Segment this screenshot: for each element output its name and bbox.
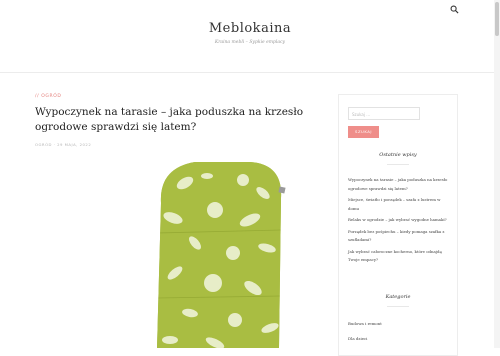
- recent-post-link[interactable]: Relaks w ogrodzie – jak wybrać wygodne h…: [348, 216, 452, 225]
- site-header: Meblokaina Kraina mebli – Sypkie emplacy: [0, 0, 500, 73]
- widget-divider: [387, 306, 409, 307]
- post-category[interactable]: // Ogród: [35, 94, 320, 99]
- categories-title: Kategorie: [385, 294, 411, 300]
- recent-post-link[interactable]: Porządek bez pośpiechu – kiedy pomaga sz…: [348, 228, 452, 245]
- scrollbar-thumb[interactable]: [495, 2, 499, 36]
- search-icon[interactable]: [450, 5, 459, 14]
- post-article: // Ogród Wypoczynek na tarasie – jaka po…: [35, 94, 320, 147]
- categories-list: Budowa i remont Dla dzieci: [348, 320, 452, 349]
- recent-posts-title: Ostatnie wpisy: [379, 152, 417, 158]
- recent-post-link[interactable]: Jak wybrać całoroczne kocherno, które od…: [348, 248, 452, 265]
- sidebar-search-input[interactable]: Szukaj …: [348, 107, 420, 120]
- category-link[interactable]: Budowa i remont: [348, 320, 452, 329]
- post-meta: Ogród · 29 maja, 2022: [35, 142, 92, 148]
- page-scrollbar[interactable]: [494, 0, 500, 348]
- cushion-illustration: [157, 162, 286, 348]
- post-featured-image: [155, 158, 295, 348]
- site-tagline: Kraina mebli – Sypkie emplacy: [214, 40, 286, 45]
- recent-post-link[interactable]: Wypoczynek na tarasie – jaka poduszka na…: [348, 176, 452, 193]
- recent-posts-list: Wypoczynek na tarasie – jaka poduszka na…: [348, 176, 452, 268]
- widget-divider: [387, 164, 409, 165]
- site-title[interactable]: Meblokaina: [0, 21, 500, 36]
- sidebar: Szukaj … Szukaj Ostatnie wpisy Wypoczyne…: [338, 94, 458, 356]
- recent-post-link[interactable]: Miejsce, światło i porządek – szafa z lu…: [348, 196, 452, 213]
- sidebar-search-button[interactable]: Szukaj: [348, 126, 379, 138]
- category-link[interactable]: Dla dzieci: [348, 335, 452, 344]
- post-title[interactable]: Wypoczynek na tarasie – jaka poduszka na…: [35, 105, 320, 135]
